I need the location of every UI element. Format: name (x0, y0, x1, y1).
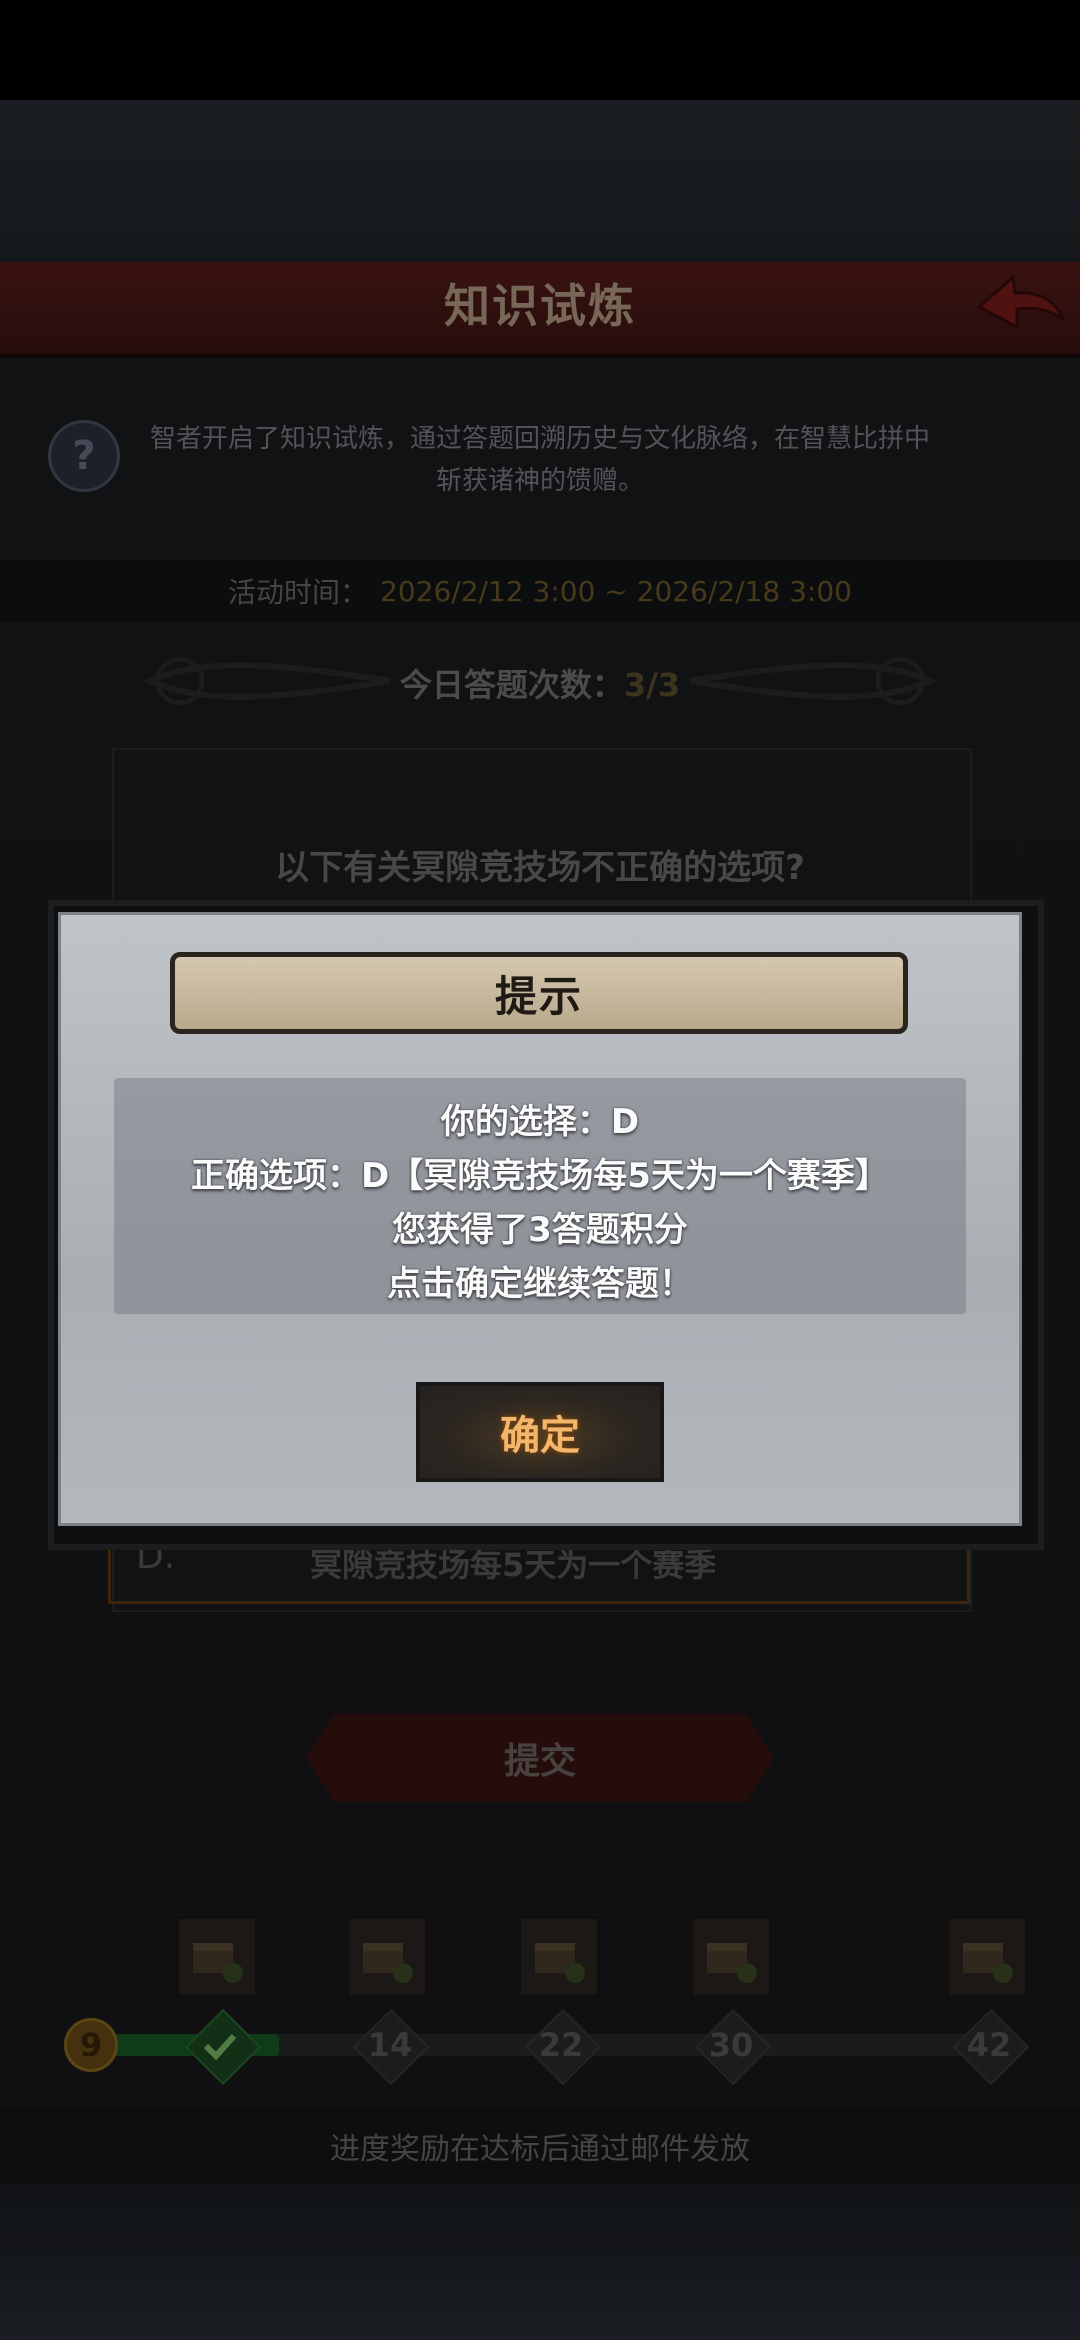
points-earned-text: 您获得了3答题积分 (392, 1210, 688, 1250)
confirm-button[interactable]: 确定 (416, 1382, 664, 1482)
continue-hint-text: 点击确定继续答题！ (387, 1264, 693, 1304)
your-choice-text: 你的选择：D (440, 1102, 640, 1142)
dialog-title: 提示 (170, 952, 908, 1034)
status-bar (0, 0, 1080, 100)
correct-answer-text: 正确选项：D【冥隙竞技场每5天为一个赛季】 (191, 1156, 889, 1196)
